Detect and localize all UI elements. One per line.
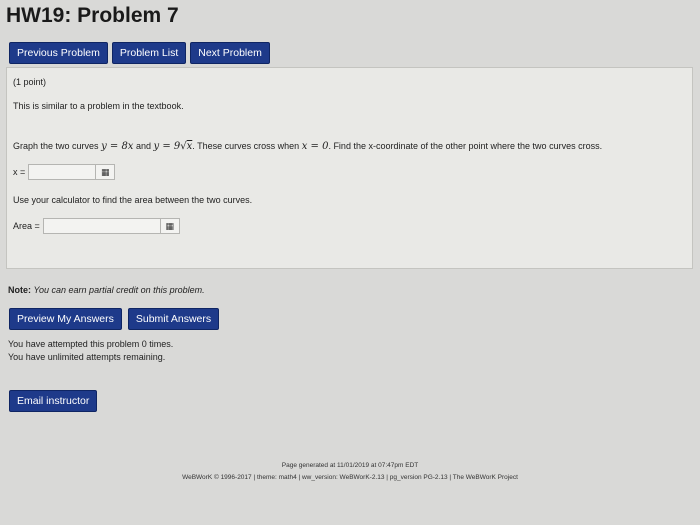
page-title: HW19: Problem 7	[6, 4, 179, 27]
email-section: Email instructor	[9, 390, 98, 412]
page-generated-text: Page generated at 11/01/2019 at 07:47pm …	[281, 462, 419, 469]
similar-note: This is similar to a problem in the text…	[13, 101, 184, 111]
area-equation-editor-button[interactable]: ▦	[159, 218, 180, 234]
attempts-remaining: You have unlimited attempts remaining.	[8, 352, 166, 362]
cross-point: x = 0	[301, 141, 329, 152]
next-problem-button[interactable]: Next Problem	[190, 42, 270, 64]
previous-problem-button[interactable]: Previous Problem	[9, 42, 108, 64]
curve-1: y = 8x	[101, 141, 134, 152]
graph-text-pre: Graph the two curves	[13, 141, 99, 151]
submit-answers-button[interactable]: Submit Answers	[127, 308, 220, 330]
problem-list-button[interactable]: Problem List	[111, 42, 187, 64]
attempts-info: You have attempted this problem 0 times.…	[8, 338, 173, 364]
problem-nav: Previous Problem Problem List Next Probl…	[9, 42, 270, 64]
grid-icon: ▦	[101, 166, 110, 177]
page-footer: Page generated at 11/01/2019 at 07:47pm …	[0, 460, 700, 484]
preview-answers-button[interactable]: Preview My Answers	[9, 308, 122, 330]
partial-credit-note: Note: You can earn partial credit on thi…	[8, 285, 205, 295]
and-text: and	[135, 141, 151, 151]
points-label: (1 point)	[13, 77, 47, 87]
x-equation-editor-button[interactable]: ▦	[95, 164, 116, 180]
area-answer-input[interactable]	[42, 218, 161, 234]
page: HW19: Problem 7 Previous Problem Problem…	[0, 0, 700, 525]
note-text: You can earn partial credit on this prob…	[33, 285, 205, 295]
x-label: x =	[13, 167, 26, 177]
area-label: Area =	[13, 221, 40, 231]
graph-text-mid: . These curves cross when	[192, 141, 300, 151]
calculator-instruction: Use your calculator to find the area bet…	[13, 195, 253, 205]
x-answer-row: x = ▦	[13, 164, 116, 180]
footer-credits: WeBWorK © 1996-2017 | theme: math4 | ww_…	[182, 474, 518, 481]
curve-2: y = 9√x	[153, 141, 193, 152]
email-instructor-button[interactable]: Email instructor	[9, 390, 98, 412]
submit-controls: Preview My Answers Submit Answers	[9, 308, 220, 330]
area-answer-row: Area = ▦	[13, 218, 180, 234]
problem-box: (1 point) This is similar to a problem i…	[6, 67, 693, 269]
x-answer-input[interactable]	[28, 164, 97, 180]
graph-text-post: . Find the x-coordinate of the other poi…	[328, 141, 603, 151]
curve-2-lhs: y = 9	[153, 141, 181, 152]
attempts-count: You have attempted this problem 0 times.	[8, 339, 174, 349]
problem-statement: Graph the two curves y = 8x and y = 9√x.…	[13, 141, 602, 152]
note-label: Note:	[8, 285, 31, 295]
grid-icon: ▦	[165, 220, 175, 231]
